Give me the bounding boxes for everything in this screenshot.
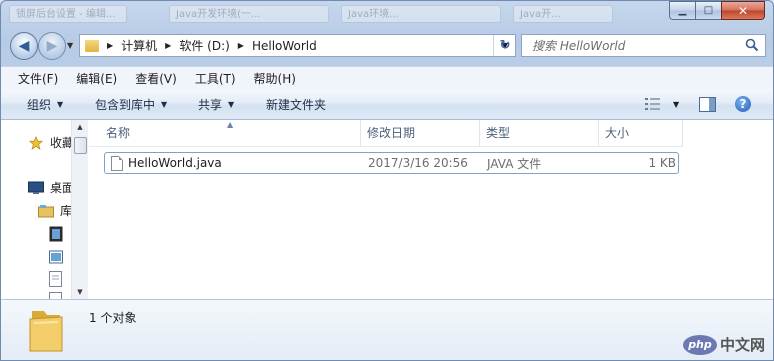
nav-item-libraries[interactable]: 库 xyxy=(38,202,71,219)
item-count: 1 个对象 xyxy=(89,311,137,325)
dropdown-arrow-icon: ▼ xyxy=(57,99,64,109)
site-watermark: php 中文网 xyxy=(682,334,765,355)
menu-view[interactable]: 查看(V) xyxy=(121,70,181,87)
title-bar[interactable]: 锁屏后台设置 - 编辑... Java开发环境(一... Java环境... J… xyxy=(1,1,773,27)
close-button[interactable]: ✕ xyxy=(721,1,765,20)
address-bar[interactable]: ▶ 计算机 ▶ 软件 (D:) ▶ HelloWorld ▼ xyxy=(79,34,516,57)
window-controls: ▁ □ ✕ xyxy=(669,1,765,20)
search-icon[interactable] xyxy=(745,38,759,52)
column-name[interactable]: 名称 ▲ xyxy=(89,120,361,146)
share-label: 共享 xyxy=(198,97,223,112)
nav-item-label: 库 xyxy=(60,204,71,218)
scroll-down-icon[interactable]: ▼ xyxy=(72,288,88,296)
menu-edit[interactable]: 编辑(E) xyxy=(62,70,121,87)
folder-icon xyxy=(29,311,63,352)
library-icon xyxy=(38,204,54,217)
back-arrow-icon: ◀ xyxy=(18,38,30,54)
dropdown-arrow-icon: ▼ xyxy=(228,99,235,109)
background-tab: Java开... xyxy=(513,5,613,23)
refresh-icon: ↻ xyxy=(499,38,511,53)
menu-bar: 文件(F) 编辑(E) 查看(V) 工具(T) 帮助(H) xyxy=(1,66,773,90)
nav-item-label: 桌面 xyxy=(50,181,71,195)
explorer-body: 收藏夹 桌面 库 xyxy=(1,120,773,299)
nav-item-label: 收藏夹 xyxy=(50,136,71,150)
file-modified: 2017/3/16 20:56 xyxy=(368,156,468,170)
organize-button[interactable]: 组织 ▼ xyxy=(27,96,63,113)
maximize-button[interactable]: □ xyxy=(695,1,721,20)
preview-pane-icon xyxy=(699,96,716,112)
view-list-icon xyxy=(645,98,660,110)
desktop-icon xyxy=(28,181,44,194)
background-tab: Java开发环境(一... xyxy=(169,5,329,23)
file-size: 1 KB xyxy=(648,156,676,170)
nav-scrollbar[interactable]: ▲ ▼ xyxy=(71,120,88,299)
details-pane: 1 个对象 php 中文网 xyxy=(1,299,773,360)
column-size[interactable]: 大小 xyxy=(599,120,683,146)
nav-item-favorites[interactable]: 收藏夹 xyxy=(28,134,71,151)
dropdown-arrow-icon: ▼ xyxy=(161,99,168,109)
navigation-pane[interactable]: 收藏夹 桌面 库 xyxy=(1,120,71,299)
column-modified[interactable]: 修改日期 xyxy=(361,120,480,146)
command-bar: 组织 ▼ 包含到库中 ▼ 共享 ▼ 新建文件夹 ▼ ? xyxy=(1,89,773,120)
scrollbar-thumb[interactable] xyxy=(74,137,87,154)
column-headers: 名称 ▲ 修改日期 类型 大小 xyxy=(89,120,683,147)
file-list[interactable]: 名称 ▲ 修改日期 类型 大小 HelloWorld.java 2017/3/1… xyxy=(89,120,773,299)
file-type: JAVA 文件 xyxy=(487,156,542,171)
new-folder-button[interactable]: 新建文件夹 xyxy=(266,96,326,113)
include-in-library-button[interactable]: 包含到库中 ▼ xyxy=(95,96,167,113)
breadcrumb-separator-icon[interactable]: ▶ xyxy=(107,41,113,50)
breadcrumb-separator-icon[interactable]: ▶ xyxy=(238,41,244,50)
include-in-library-label: 包含到库中 xyxy=(95,97,156,112)
breadcrumb-separator-icon[interactable]: ▶ xyxy=(165,41,171,50)
file-name: HelloWorld.java xyxy=(128,156,222,170)
watermark-text: 中文网 xyxy=(719,336,765,354)
star-icon xyxy=(28,135,44,150)
menu-help[interactable]: 帮助(H) xyxy=(240,70,300,87)
preview-pane-button[interactable] xyxy=(699,89,716,119)
document-library-icon[interactable] xyxy=(49,271,62,287)
background-tab: Java环境... xyxy=(341,5,501,23)
file-icon xyxy=(111,155,123,171)
forward-arrow-icon: ▶ xyxy=(46,38,58,54)
php-logo: php xyxy=(682,334,717,355)
column-type[interactable]: 类型 xyxy=(480,120,599,146)
menu-file[interactable]: 文件(F) xyxy=(1,70,62,87)
explorer-window: 锁屏后台设置 - 编辑... Java开发环境(一... Java环境... J… xyxy=(0,0,774,361)
back-button[interactable]: ◀ xyxy=(10,32,38,60)
breadcrumb-folder[interactable]: HelloWorld xyxy=(252,39,317,53)
column-label: 大小 xyxy=(605,126,630,140)
nav-item-desktop[interactable]: 桌面 xyxy=(28,179,71,196)
forward-button[interactable]: ▶ xyxy=(38,32,66,60)
breadcrumb-computer[interactable]: 计算机 xyxy=(121,37,157,54)
background-tab: 锁屏后台设置 - 编辑... xyxy=(9,5,127,23)
search-input[interactable] xyxy=(532,37,742,54)
recent-pages-dropdown[interactable]: ▼ xyxy=(67,41,73,50)
help-icon: ? xyxy=(735,96,751,112)
share-button[interactable]: 共享 ▼ xyxy=(198,96,234,113)
breadcrumb-drive[interactable]: 软件 (D:) xyxy=(179,37,229,54)
help-button[interactable]: ? xyxy=(735,89,751,119)
sort-ascending-icon: ▲ xyxy=(227,120,234,129)
picture-library-icon[interactable] xyxy=(49,250,63,264)
music-library-icon[interactable] xyxy=(49,292,62,299)
view-dropdown-arrow-icon[interactable]: ▼ xyxy=(673,100,679,109)
video-library-icon[interactable] xyxy=(49,226,63,242)
menu-tools[interactable]: 工具(T) xyxy=(181,70,240,87)
column-label: 类型 xyxy=(486,126,511,140)
column-label: 名称 xyxy=(106,126,131,140)
column-label: 修改日期 xyxy=(367,126,416,140)
organize-label: 组织 xyxy=(27,97,52,112)
search-box[interactable] xyxy=(521,34,766,57)
refresh-button[interactable]: ↻ xyxy=(493,35,516,56)
scroll-up-icon[interactable]: ▲ xyxy=(72,123,88,131)
change-view-button[interactable]: ▼ xyxy=(645,89,679,119)
folder-icon xyxy=(85,39,99,52)
file-row[interactable]: HelloWorld.java 2017/3/16 20:56 JAVA 文件 … xyxy=(104,152,679,174)
minimize-button[interactable]: ▁ xyxy=(669,1,695,20)
